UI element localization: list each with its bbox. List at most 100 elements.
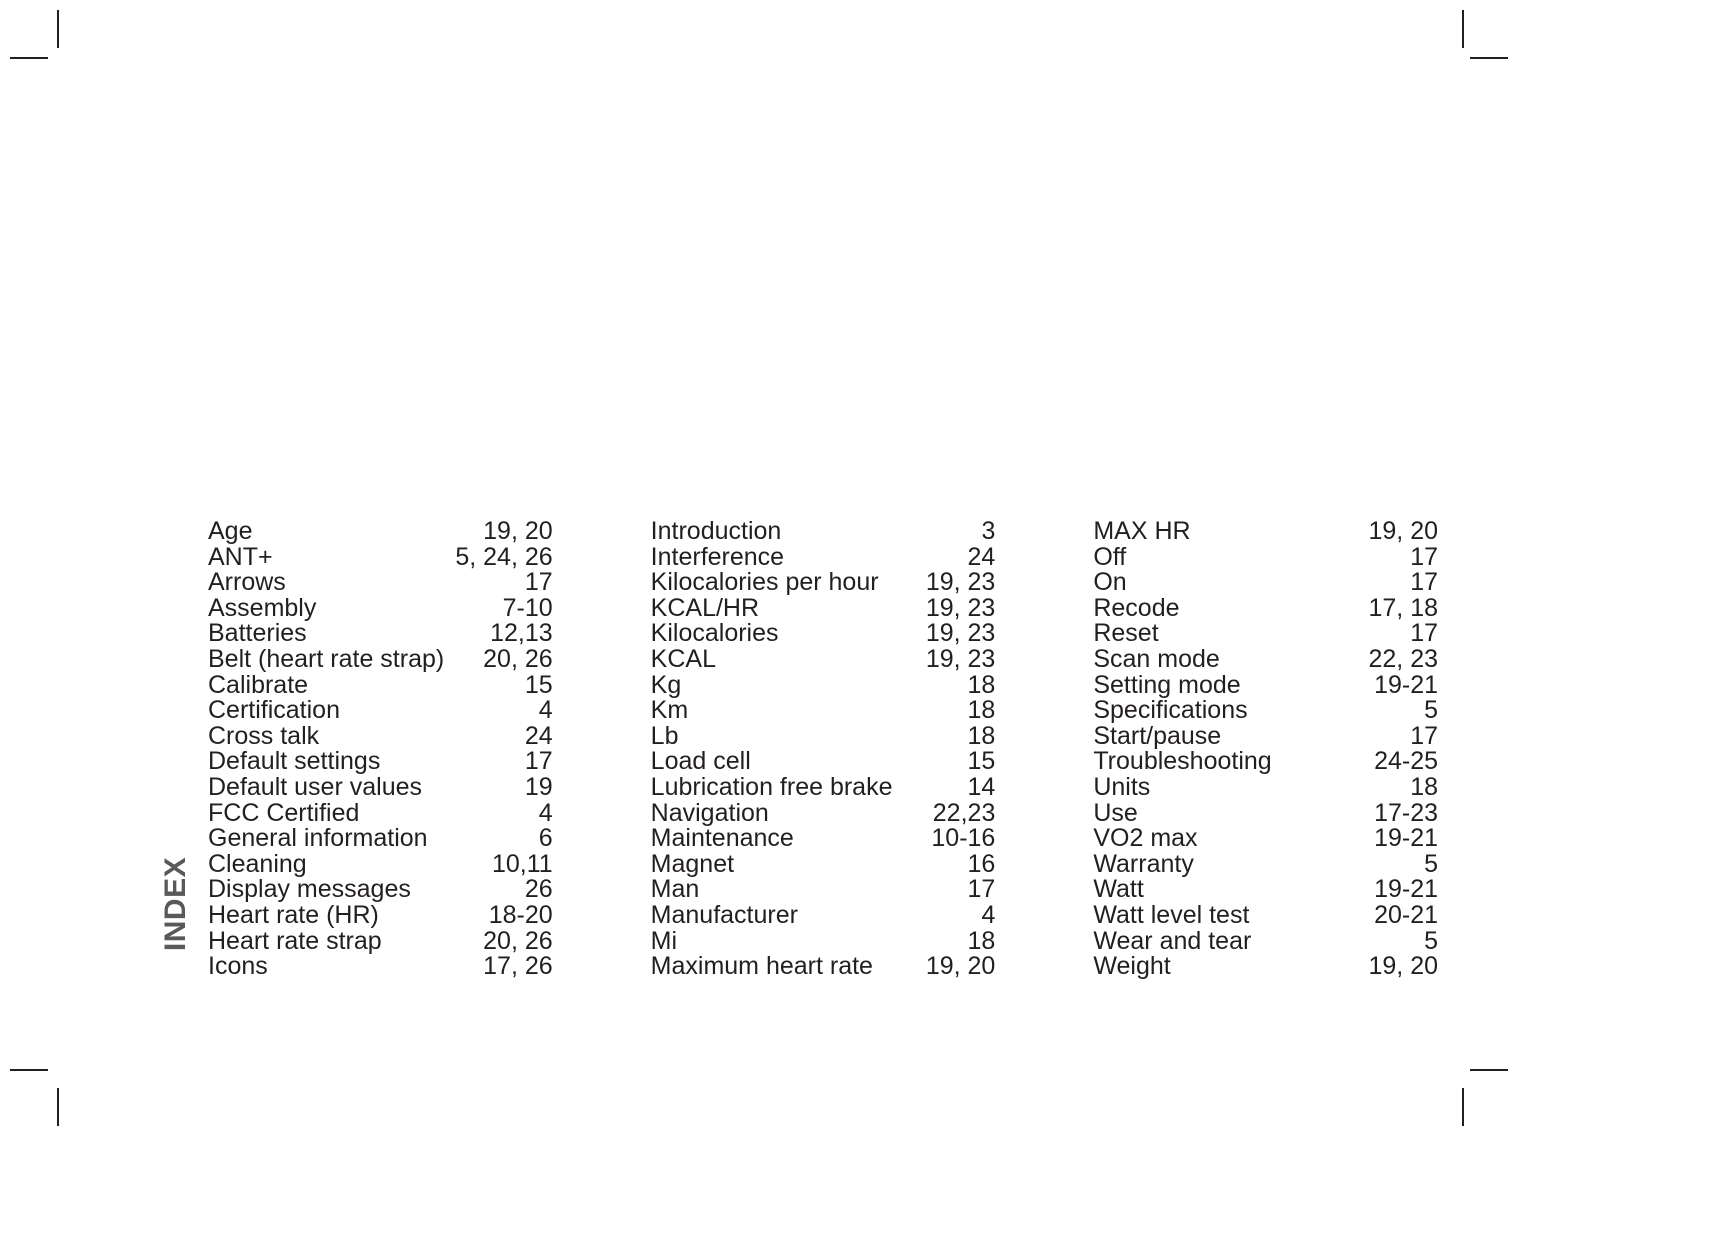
index-entry-pages: 19, 23 [925,619,996,648]
index-entry: FCC Certified 4 [208,798,553,827]
index-entry: Km 18 [651,698,996,724]
index-entry: Default user values 19 [208,774,553,801]
index-entry-pages: 4 [538,798,553,827]
crop-mark-top-right-vertical [1462,10,1464,48]
index-entry-term: KCAL [650,644,716,673]
index-entry-term: Wear and tear [1093,926,1252,955]
index-entry-pages: 17, 26 [483,952,553,981]
index-entry-term: Batteries [208,619,307,648]
index-entry-pages: 17 [967,875,996,904]
index-entry-pages: 17 [1410,619,1439,648]
index-entry: VO2 max 19-21 [1093,826,1438,852]
index-entry: On 17 [1093,570,1438,596]
index-entry-pages: 22, 23 [1368,644,1439,673]
index-entry: Units 18 [1093,772,1439,801]
index-entry-term: Scan mode [1093,644,1220,673]
index-entry-term: On [1093,568,1127,597]
index-entry: Magnet 16 [650,849,996,878]
index-entry: Mi 18 [650,926,996,955]
section-tab-index: INDEX [159,856,192,952]
index-entry-pages: 19-21 [1374,875,1439,904]
index-entry: Troubleshooting 24-25 [1093,749,1438,775]
index-entry-term: Magnet [650,849,735,878]
index-entry: KCAL/HR 19, 23 [650,593,996,622]
index-entry-term: Off [1093,542,1127,571]
index-entry-term: Use [1093,798,1138,827]
index-entry-term: Weight [1093,952,1171,981]
index-entry-pages: 24-25 [1374,747,1439,776]
index-entry-term: Maximum heart rate [650,952,873,981]
index-entry-term: Recode [1093,593,1180,622]
crop-mark-bottom-right-vertical [1462,1088,1464,1126]
index-entry: Kilocalories 19, 23 [651,621,996,647]
index-entry-pages: 18 [967,721,996,750]
index-entry-pages: 4 [981,900,996,929]
index-entry: Maximum heart rate 19, 20 [650,952,996,981]
index-entry-pages: 17 [524,568,553,597]
index-entry: Start/pause 17 [1093,723,1438,750]
index-entry-pages: 6 [538,824,553,853]
index-entry-term: Belt (heart rate strap) [208,644,445,673]
index-entry-pages: 19-21 [1374,824,1439,853]
index-entry: Reset 17 [1093,621,1438,647]
index-entry-term: KCAL/HR [650,593,760,622]
index-entry: Recode 17, 18 [1093,593,1438,622]
index-entry-term: Interference [650,542,785,571]
index-entry: Navigation 22,23 [650,798,996,827]
index-entry-pages: 26 [524,875,553,904]
index-entry: Default settings 17 [208,749,553,775]
index-entry: Cleaning 10,11 [208,851,553,878]
index-entry-term: Default settings [208,747,381,776]
index-column-1: Age 19, 20 ANT+ 5, 24, 26 Arrows 17 Assembly 7-… [208,517,553,981]
index-entry-pages: 5 [1424,926,1439,955]
index-entry: Heart rate strap 20, 26 [208,926,553,955]
index-entry-pages: 15 [967,747,996,776]
index-entry: Heart rate (HR) 18-20 [208,900,553,929]
index-entry: MAX HR 19, 20 [1093,517,1438,545]
index-entry: Icons 17, 26 [208,952,553,981]
index-entry-term: Setting mode [1093,670,1241,699]
index-entry-pages: 22,23 [932,798,996,827]
index-entry-term: Cross talk [208,721,320,750]
index-entry-pages: 15 [524,670,553,699]
crop-mark-top-left-horizontal [10,57,48,59]
crop-mark-top-right-horizontal [1470,57,1508,59]
index-entry: Load cell 15 [651,749,996,775]
index-entry-term: Icons [208,952,268,981]
index-column-2: Introduction 3 Interference 24 Kilocalories … [650,517,996,981]
index-entry-pages: 5 [1424,849,1439,878]
index-entry-term: Kilocalories per hour [650,568,879,597]
index-entry-pages: 18 [967,926,996,955]
index-entry-pages: 3 [981,517,996,545]
index-entry-term: Watt level test [1093,900,1250,929]
index-entry-pages: 18 [1410,772,1439,801]
index-entry-pages: 10-16 [931,824,996,853]
index-entry-pages: 19-21 [1374,670,1439,699]
crop-mark-bottom-left-vertical [57,1088,59,1126]
index-entry-term: Age [208,517,253,545]
index-entry-term: Navigation [650,798,769,827]
index-entry-pages: 4 [538,696,553,725]
index-entry-term: Load cell [650,747,751,776]
index-entry: General information 6 [208,826,553,852]
index-entry-term: Heart rate (HR) [208,900,379,929]
index-entry-pages: 24 [967,542,996,571]
index-entry-pages: 20-21 [1374,900,1439,929]
index-entry-term: Watt [1093,875,1144,904]
index-entry: Belt (heart rate strap) 20, 26 [208,644,553,673]
index-entry: Off 17 [1093,542,1438,571]
crop-mark-top-left-vertical [57,10,59,48]
index-entry-term: Manufacturer [650,900,798,929]
index-entry-term: Mi [650,926,678,955]
index-entry-term: Reset [1093,619,1159,648]
index-entry-term: Troubleshooting [1093,747,1272,776]
index-entry-term: Heart rate strap [208,926,382,955]
index-entry: Calibrate 15 [208,670,553,699]
index-entry: Specifications 5 [1093,698,1438,724]
index-entry-term: Display messages [208,875,411,904]
index-entry-term: Calibrate [208,670,309,699]
index-entry-term: MAX HR [1093,517,1191,545]
index-entry-pages: 17 [1410,568,1439,597]
index-entry-term: Maintenance [650,824,794,853]
index-entry-term: Units [1093,772,1151,801]
